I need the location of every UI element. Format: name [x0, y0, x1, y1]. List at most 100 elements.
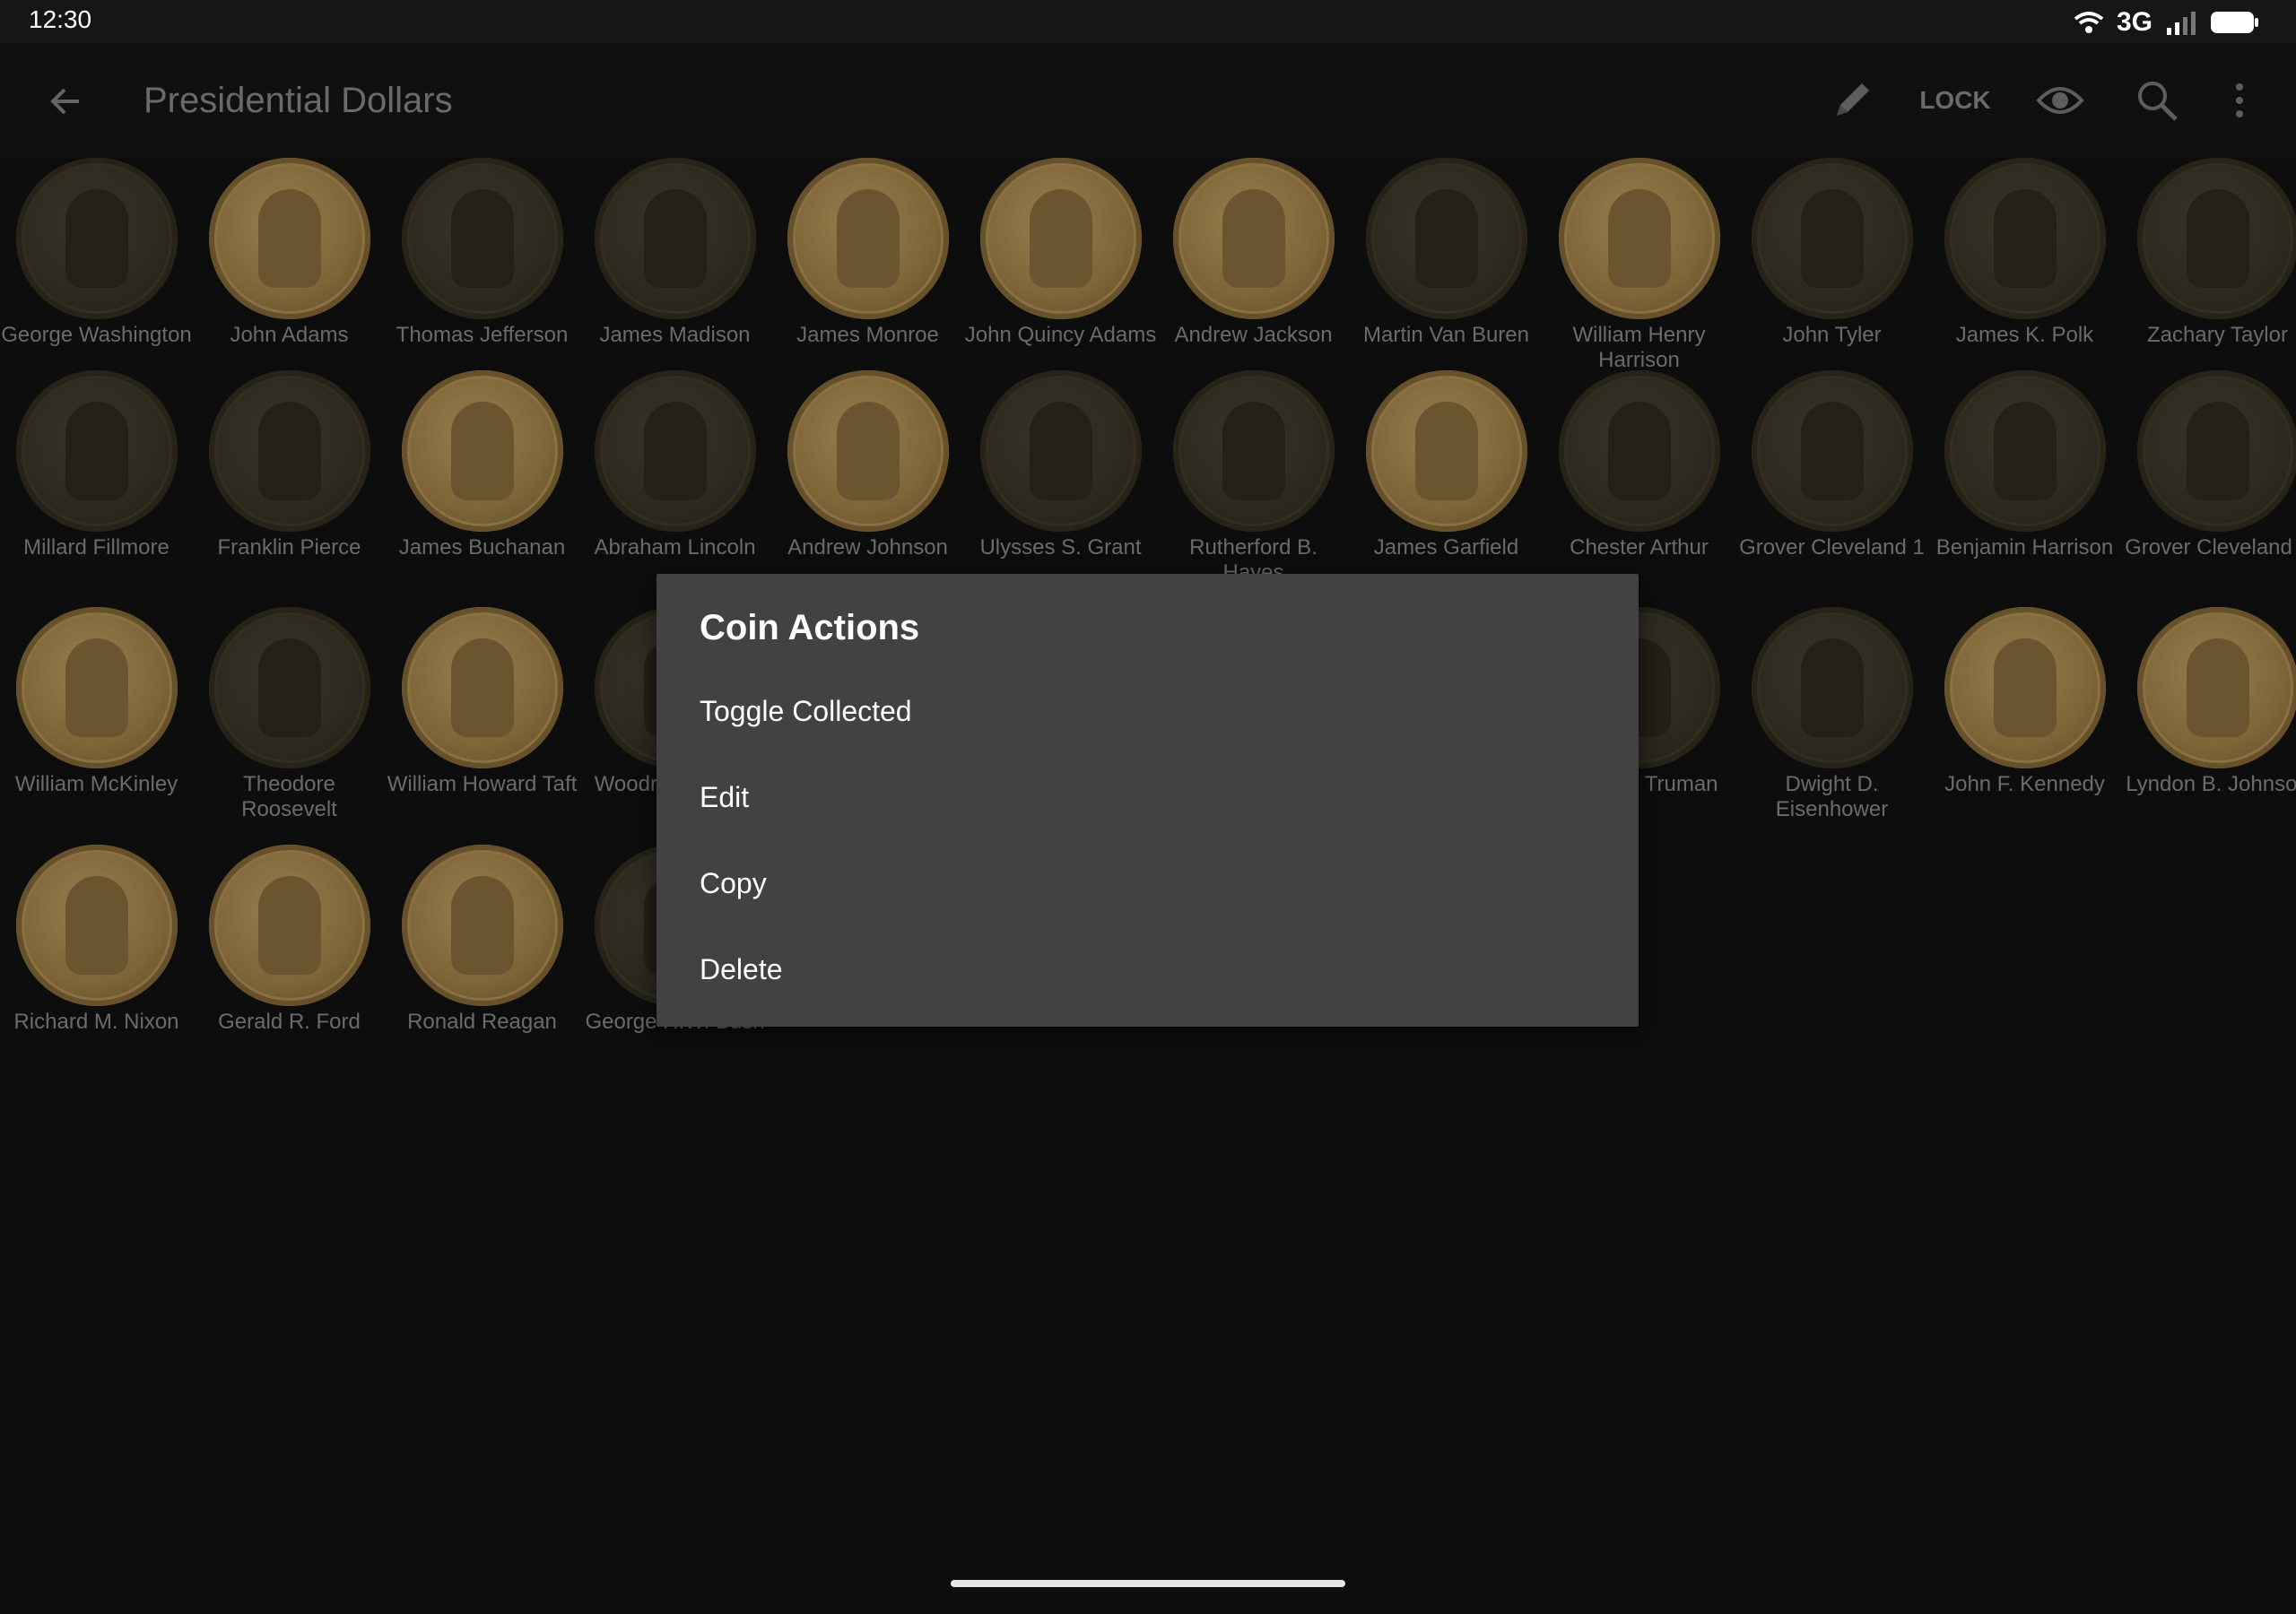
coin-image	[1558, 370, 1720, 532]
coin-item[interactable]: Abraham Lincoln	[578, 370, 771, 560]
coin-label: William Howard Taft	[387, 772, 578, 796]
coin-item[interactable]: Richard M. Nixon	[0, 845, 193, 1035]
coin-item[interactable]: Rutherford B. Hayes	[1157, 370, 1350, 586]
coin-item[interactable]: John Tyler	[1735, 158, 1928, 348]
coin-image	[1751, 370, 1913, 532]
coin-label: Grover Cleveland 2	[2125, 535, 2296, 560]
coin-label: Ronald Reagan	[407, 1010, 557, 1034]
coin-label: Martin Van Buren	[1363, 323, 1529, 347]
coin-label: Gerald R. Ford	[218, 1010, 361, 1034]
coin-item[interactable]: Franklin Pierce	[193, 370, 386, 560]
coin-image	[1172, 370, 1335, 532]
portrait-icon	[1607, 402, 1671, 500]
coin-item[interactable]: James Buchanan	[386, 370, 578, 560]
portrait-icon	[2186, 638, 2249, 737]
coin-label: George Washington	[1, 323, 192, 347]
coin-item[interactable]: Millard Fillmore	[0, 370, 193, 560]
coin-item[interactable]: Thomas Jefferson	[386, 158, 578, 348]
coin-image	[15, 370, 178, 532]
coin-item[interactable]: John Adams	[193, 158, 386, 348]
portrait-icon	[257, 189, 321, 288]
portrait-icon	[65, 638, 128, 737]
coin-label: James K. Polk	[1955, 323, 2094, 347]
coin-item[interactable]: Gerald R. Ford	[193, 845, 386, 1035]
coin-label: James Madison	[599, 323, 751, 347]
coin-label: James Buchanan	[398, 535, 566, 560]
portrait-icon	[1414, 189, 1478, 288]
edit-option[interactable]: Edit	[700, 766, 1596, 829]
coin-item[interactable]: James K. Polk	[1928, 158, 2121, 348]
coin-item[interactable]: Lyndon B. Johnson	[2121, 607, 2296, 797]
coin-image	[594, 370, 756, 532]
coin-label: James Garfield	[1373, 535, 1519, 560]
coin-image	[15, 158, 178, 319]
coin-label: William Henry Harrison	[1572, 323, 1706, 372]
portrait-icon	[65, 189, 128, 288]
coin-item[interactable]: James Madison	[578, 158, 771, 348]
coin-item[interactable]: James Monroe	[771, 158, 964, 348]
coin-image	[401, 845, 563, 1006]
coin-image	[401, 370, 563, 532]
portrait-icon	[1222, 402, 1285, 500]
portrait-icon	[257, 402, 321, 500]
app-bar: Presidential Dollars LOCK	[0, 43, 2296, 158]
coin-label: Andrew Jackson	[1174, 323, 1333, 347]
coin-label: John Tyler	[1782, 323, 1882, 347]
coin-image	[208, 370, 370, 532]
copy-option[interactable]: Copy	[700, 852, 1596, 915]
coin-item[interactable]: John Quincy Adams	[964, 158, 1157, 348]
status-bar: 12:30 3G	[0, 0, 2296, 43]
coin-item[interactable]: William McKinley	[0, 607, 193, 797]
coin-image	[15, 845, 178, 1006]
coin-item[interactable]: Benjamin Harrison	[1928, 370, 2121, 560]
coin-item[interactable]: Dwight D. Eisenhower	[1735, 607, 1928, 822]
coin-item[interactable]: Grover Cleveland 2	[2121, 370, 2296, 560]
coin-item[interactable]: William Howard Taft	[386, 607, 578, 797]
coin-image	[1944, 607, 2106, 768]
coin-item[interactable]: George Washington	[0, 158, 193, 348]
portrait-icon	[2186, 189, 2249, 288]
coin-image	[1751, 607, 1913, 768]
gesture-handle[interactable]	[951, 1580, 1345, 1587]
coin-image	[208, 845, 370, 1006]
coin-item[interactable]: Ronald Reagan	[386, 845, 578, 1035]
coin-item[interactable]: Zachary Taylor	[2121, 158, 2296, 348]
coin-image	[1558, 158, 1720, 319]
coin-item[interactable]: Grover Cleveland 1	[1735, 370, 1928, 560]
coin-item[interactable]: John F. Kennedy	[1928, 607, 2121, 797]
portrait-icon	[450, 638, 514, 737]
coin-image	[787, 158, 949, 319]
coin-image	[15, 607, 178, 768]
coin-image	[2136, 158, 2296, 319]
coin-image	[1751, 158, 1913, 319]
coin-item[interactable]: Theodore Roosevelt	[193, 607, 386, 822]
coin-label: John Quincy Adams	[964, 323, 1157, 347]
wifi-icon	[2074, 12, 2104, 33]
portrait-icon	[1800, 402, 1864, 500]
portrait-icon	[1993, 638, 2057, 737]
coin-label: Dwight D. Eisenhower	[1775, 772, 1889, 821]
coin-item[interactable]: Chester Arthur	[1543, 370, 1735, 560]
coin-item[interactable]: William Henry Harrison	[1543, 158, 1735, 373]
portrait-icon	[643, 402, 707, 500]
portrait-icon	[836, 189, 900, 288]
portrait-icon	[1607, 189, 1671, 288]
coin-image	[401, 158, 563, 319]
coin-item[interactable]: Ulysses S. Grant	[964, 370, 1157, 560]
portrait-icon	[65, 402, 128, 500]
coin-label: Ulysses S. Grant	[979, 535, 1142, 560]
coin-image	[1365, 158, 1527, 319]
portrait-icon	[1800, 638, 1864, 737]
coin-label: Grover Cleveland 1	[1739, 535, 1925, 560]
coin-item[interactable]: Andrew Johnson	[771, 370, 964, 560]
coin-item[interactable]: James Garfield	[1350, 370, 1543, 560]
portrait-icon	[1800, 189, 1864, 288]
delete-option[interactable]: Delete	[700, 938, 1596, 1001]
coin-image	[979, 158, 1142, 319]
portrait-icon	[450, 402, 514, 500]
coin-label: John F. Kennedy	[1944, 772, 2105, 796]
coin-item[interactable]: Andrew Jackson	[1157, 158, 1350, 348]
coin-item[interactable]: Martin Van Buren	[1350, 158, 1543, 348]
coin-image	[787, 370, 949, 532]
toggle-collected-option[interactable]: Toggle Collected	[700, 680, 1596, 742]
